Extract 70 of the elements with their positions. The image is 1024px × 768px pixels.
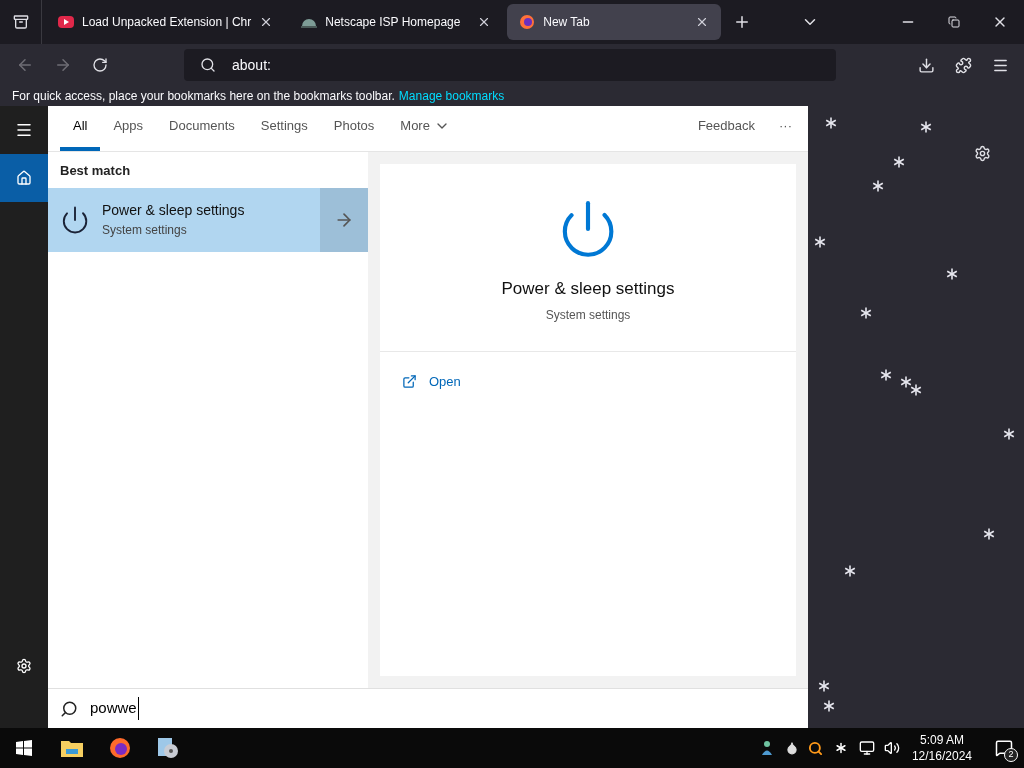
- bookmarks-hint: For quick access, place your bookmarks here on the bookmarks toolbar.: [12, 88, 395, 105]
- overflow-button[interactable]: ···: [779, 105, 792, 147]
- result-item[interactable]: Power & sleep settings System settings: [48, 187, 368, 252]
- notification-count: 2: [1004, 748, 1018, 762]
- clock-date: 12/16/2024: [911, 748, 972, 764]
- filter-tab[interactable]: All: [60, 105, 101, 151]
- network-icon[interactable]: [858, 740, 875, 756]
- snowflake-icon: [825, 117, 837, 129]
- restore-icon[interactable]: [948, 16, 960, 28]
- windows-icon: [16, 740, 32, 756]
- notification-icon: [995, 739, 1013, 757]
- forward-icon[interactable]: [54, 56, 72, 74]
- preview-title: Power & sleep settings: [501, 278, 675, 300]
- video-icon: [58, 16, 74, 28]
- notifications-button[interactable]: 2: [984, 728, 1024, 768]
- menu-icon: [15, 121, 33, 139]
- snowflake-icon: [844, 565, 856, 577]
- filter-tab[interactable]: Settings: [247, 105, 321, 151]
- result-subtitle: System settings: [102, 222, 188, 239]
- result-title: Power & sleep settings: [102, 201, 245, 220]
- preview-subtitle: System settings: [545, 306, 631, 324]
- browser-tab[interactable]: Load Unpacked Extension | Chr: [46, 4, 286, 40]
- browser-tab[interactable]: New Tab: [507, 4, 722, 40]
- snowflake-icon: [983, 528, 995, 540]
- search-icon: [60, 699, 78, 718]
- filter-tab[interactable]: Apps: [100, 105, 157, 151]
- volume-icon[interactable]: [883, 740, 900, 756]
- tab-title: Netscape ISP Homepage: [325, 14, 462, 31]
- snowflake-icon: [1003, 428, 1015, 440]
- filter-tab[interactable]: Photos: [320, 105, 388, 151]
- manage-bookmarks-link[interactable]: Manage bookmarks: [398, 87, 505, 105]
- snowflake-icon: [814, 236, 826, 248]
- power-icon: [60, 204, 90, 235]
- open-action[interactable]: Open: [402, 372, 461, 392]
- snowflake-icon: [880, 369, 892, 381]
- snowflake-icon: [823, 700, 835, 712]
- section-heading: Best match: [59, 162, 132, 180]
- back-icon[interactable]: [16, 56, 34, 74]
- fox-icon: [519, 14, 536, 30]
- snowflake-icon: [920, 121, 932, 133]
- snowflake-icon: [900, 376, 912, 388]
- tab-title: New Tab: [543, 14, 591, 31]
- download-icon[interactable]: [918, 56, 935, 74]
- clock[interactable]: 5:09 AM 12/16/2024: [911, 732, 972, 764]
- filter-tab[interactable]: Documents: [156, 105, 248, 151]
- clock-time: 5:09 AM: [919, 732, 964, 748]
- feedback-button[interactable]: Feedback: [697, 105, 755, 147]
- snowflake-icon: [818, 680, 830, 692]
- home-button[interactable]: [0, 154, 48, 202]
- tab-list-icon: [12, 14, 29, 30]
- more-button[interactable]: More: [387, 105, 463, 147]
- browser-tab[interactable]: Netscape ISP Homepage: [289, 4, 504, 40]
- snowflake-icon: [860, 307, 872, 319]
- folder-icon: [61, 739, 83, 757]
- snowflake-icon: [872, 180, 884, 192]
- tab-title: Load Unpacked Extension | Chr: [82, 14, 252, 31]
- home-icon: [16, 170, 32, 186]
- snowflake-icon: [946, 268, 958, 280]
- open-icon: [402, 374, 417, 390]
- reload-icon[interactable]: [92, 57, 108, 73]
- magnifier-icon[interactable]: [807, 740, 823, 756]
- drop-icon[interactable]: [784, 741, 799, 755]
- fox-icon: [109, 737, 131, 759]
- settings-icon[interactable]: [974, 145, 991, 162]
- address-field[interactable]: about:: [184, 49, 836, 81]
- search-icon: [200, 57, 216, 73]
- snowflake-icon: [893, 156, 905, 168]
- snowflake-icon: [910, 384, 922, 396]
- disc-icon: [156, 736, 180, 760]
- extensions-icon[interactable]: [955, 56, 972, 74]
